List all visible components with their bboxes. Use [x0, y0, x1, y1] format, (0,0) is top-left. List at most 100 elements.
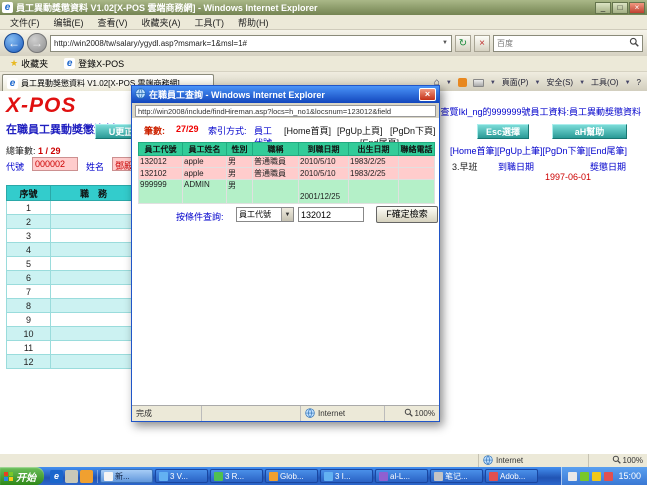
home-dropdown-icon[interactable]: ▼: [446, 80, 452, 86]
duty-cell: [51, 299, 137, 313]
taskbar-item-label: Glob...: [280, 472, 304, 481]
ie-icon: e: [7, 78, 18, 89]
command-safety[interactable]: 安全(S): [546, 77, 573, 88]
address-dropdown-icon[interactable]: ▼: [439, 40, 448, 46]
search-input[interactable]: [497, 39, 627, 48]
table-row[interactable]: 12: [7, 355, 137, 369]
safety-dropdown-icon[interactable]: ▼: [579, 80, 585, 86]
window-titlebar[interactable]: e 員工異動獎懲資料 V1.02[X-POS 雲端商務網] - Windows …: [0, 0, 647, 15]
taskbar-item-label: 3 R...: [225, 472, 244, 481]
confirm-search-button[interactable]: F確定檢索: [376, 206, 438, 223]
col-duty: 職 務: [51, 186, 137, 201]
cell-phone: [399, 168, 435, 180]
menu-view[interactable]: 查看(V): [92, 15, 134, 30]
employee-row[interactable]: 132012 apple 男 普通職員 2010/5/10 1983/2/25: [139, 156, 435, 168]
taskbar-item[interactable]: Glob...: [265, 469, 318, 483]
table-row[interactable]: 2: [7, 215, 137, 229]
popup-titlebar[interactable]: 在職員工查詢 - Windows Internet Explorer ×: [132, 86, 439, 103]
seq-cell: 9: [7, 313, 51, 327]
duty-cell: [51, 243, 137, 257]
taskbar-item[interactable]: 3 V...: [155, 469, 208, 483]
employee-lookup-window: 在職員工查詢 - Windows Internet Explorer × htt…: [131, 85, 440, 422]
esc-select-button[interactable]: Esc選擇: [477, 124, 529, 139]
query-field-select[interactable]: 員工代號 ▼: [236, 207, 294, 222]
seq-cell: 7: [7, 285, 51, 299]
menu-help[interactable]: 帮助(H): [232, 15, 275, 30]
globe-icon: [483, 455, 493, 467]
table-row[interactable]: 3: [7, 229, 137, 243]
popup-address-url[interactable]: http://win2008/include/findHireman.asp?l…: [135, 105, 436, 117]
chevron-down-icon[interactable]: ▼: [281, 208, 293, 221]
cell-gender: 男: [227, 168, 253, 180]
table-row[interactable]: 11: [7, 341, 137, 355]
taskbar-item[interactable]: 3 R...: [210, 469, 263, 483]
page-dropdown-icon[interactable]: ▼: [534, 80, 540, 86]
maximize-button[interactable]: □: [612, 2, 628, 14]
cell-code: 132012: [139, 156, 183, 168]
taskbar-item[interactable]: 笔记...: [430, 469, 483, 483]
popup-security-zone: Internet: [301, 406, 385, 421]
back-button[interactable]: ←: [4, 33, 24, 53]
search-box[interactable]: [493, 35, 643, 52]
show-desktop-icon[interactable]: [65, 470, 78, 483]
menu-file[interactable]: 文件(F): [4, 15, 46, 30]
address-bar[interactable]: http://win2008/tw/salary/ygydl.asp?msmar…: [50, 35, 452, 52]
home-page-button[interactable]: [Home首頁]: [284, 124, 331, 137]
popup-close-button[interactable]: ×: [419, 88, 436, 101]
popup-content: 筆數: 27/29 索引方式: 員工 代號 [Home首頁] [PgUp上頁] …: [132, 118, 439, 405]
award-date-label: 獎懲日期: [590, 160, 626, 173]
tools-dropdown-icon[interactable]: ▼: [625, 80, 631, 86]
command-page[interactable]: 頁面(P): [502, 77, 529, 88]
table-row[interactable]: 8: [7, 299, 137, 313]
zoom-value: 100%: [623, 456, 643, 465]
table-row[interactable]: 7: [7, 285, 137, 299]
stop-button[interactable]: ×: [474, 35, 490, 52]
menu-favorites[interactable]: 收藏夹(A): [136, 15, 187, 30]
zoom-control[interactable]: 100%: [589, 455, 647, 466]
command-tools[interactable]: 工具(O): [591, 77, 619, 88]
forward-button[interactable]: →: [27, 33, 47, 53]
query-value-input[interactable]: [298, 207, 364, 222]
tray-shield-icon[interactable]: [604, 472, 613, 481]
search-icon[interactable]: [629, 37, 639, 49]
menu-edit[interactable]: 编辑(E): [48, 15, 90, 30]
table-row[interactable]: 9: [7, 313, 137, 327]
taskbar-item[interactable]: al-L...: [375, 469, 428, 483]
tray-update-icon[interactable]: [592, 472, 601, 481]
address-url[interactable]: http://win2008/tw/salary/ygydl.asp?msmar…: [54, 39, 439, 48]
rss-feed-icon[interactable]: [458, 78, 467, 87]
taskbar-item[interactable]: 新...: [100, 469, 153, 483]
notepad-icon: [434, 472, 443, 481]
clock[interactable]: 15:00: [618, 471, 641, 481]
menu-tools[interactable]: 工具(T): [189, 15, 231, 30]
employee-row[interactable]: 999999 ADMIN 男 2001/12/25: [139, 180, 435, 204]
ie-quicklaunch-icon[interactable]: e: [50, 470, 63, 483]
popup-zoom-control[interactable]: 100%: [385, 408, 439, 419]
tray-network-icon[interactable]: [580, 472, 589, 481]
help-button[interactable]: aH幫助: [552, 124, 627, 139]
print-icon[interactable]: [473, 79, 484, 87]
favorites-button[interactable]: ★ 收藏夹: [4, 56, 54, 71]
employee-row[interactable]: 132102 apple 男 普通職員 2010/5/10 1983/2/25: [139, 168, 435, 180]
taskbar-item[interactable]: Adob...: [485, 469, 538, 483]
record-count-label: 筆數:: [144, 124, 165, 137]
table-row[interactable]: 1: [7, 201, 137, 215]
duty-cell: [51, 229, 137, 243]
table-row[interactable]: 6: [7, 271, 137, 285]
popup-status-spacer: [202, 406, 301, 421]
duty-cell: [51, 201, 137, 215]
table-row[interactable]: 10: [7, 327, 137, 341]
close-button[interactable]: ×: [629, 2, 645, 14]
minimize-button[interactable]: _: [595, 2, 611, 14]
table-row[interactable]: 4: [7, 243, 137, 257]
table-row[interactable]: 5: [7, 257, 137, 271]
start-button[interactable]: 开始: [0, 467, 44, 485]
refresh-button[interactable]: ↻: [455, 35, 471, 52]
help-icon[interactable]: ?: [637, 78, 641, 87]
tray-volume-icon[interactable]: [568, 472, 577, 481]
print-dropdown-icon[interactable]: ▼: [490, 80, 496, 86]
favorites-item-login-xpos[interactable]: e 登錄X-POS: [58, 56, 130, 71]
record-nav-keys[interactable]: [Home首筆][PgUp上筆][PgDn下筆][End尾筆]: [450, 144, 627, 157]
media-player-icon[interactable]: [80, 470, 93, 483]
taskbar-item[interactable]: 3 I...: [320, 469, 373, 483]
